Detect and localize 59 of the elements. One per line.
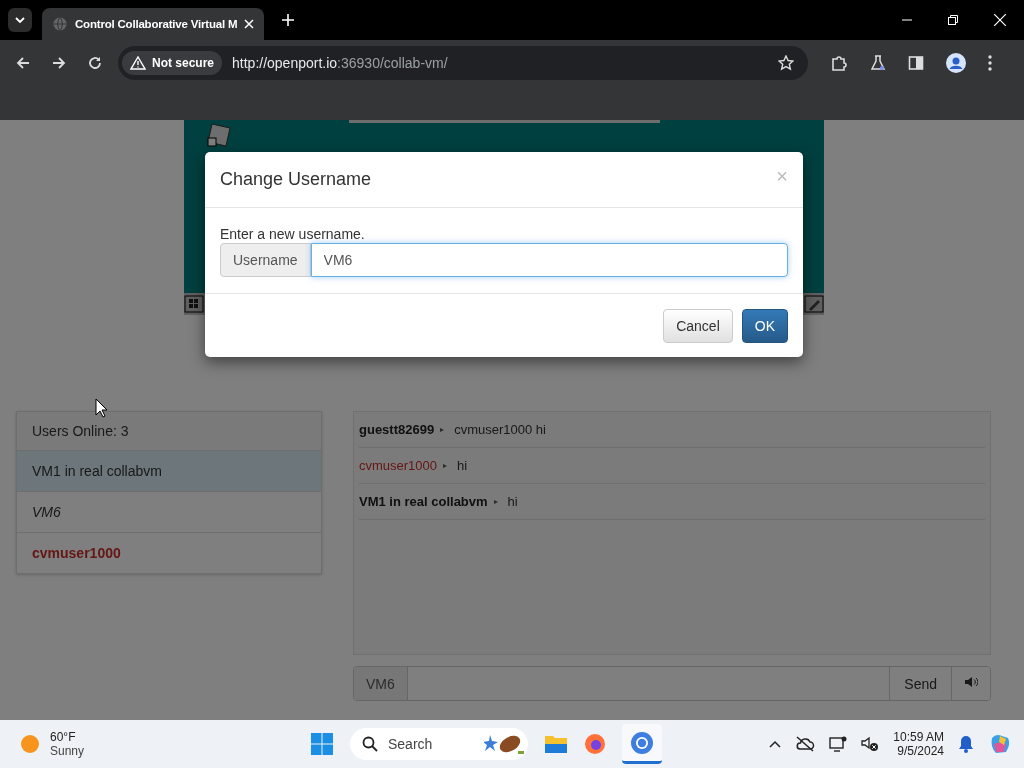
back-icon[interactable] (16, 55, 30, 70)
chat-message: hi (507, 494, 518, 509)
temperature-text: 60°F (50, 730, 77, 744)
globe-icon (52, 16, 68, 32)
dialog-button[interactable]: OK (741, 308, 788, 343)
monitor-icon[interactable] (829, 736, 848, 752)
cursor-icon (95, 398, 109, 418)
close-icon[interactable] (244, 19, 255, 29)
tab-search-button[interactable] (8, 8, 32, 32)
document-icon (204, 122, 234, 148)
warning-icon (130, 55, 146, 70)
url-text: http://openport.io:36930/collab-vm/ (232, 54, 448, 71)
user-list-item[interactable]: VM6 (17, 492, 321, 533)
taskbar-search[interactable]: Search (350, 728, 528, 760)
bullet-icon (440, 427, 445, 432)
windows-start-icon[interactable] (310, 732, 334, 756)
new-tab-icon[interactable] (282, 14, 295, 26)
browser-icon[interactable] (630, 730, 654, 755)
football-icon (484, 733, 524, 755)
chat-message: cvmuser1000 hi (454, 422, 546, 437)
chevron-up-icon[interactable] (769, 740, 782, 748)
chat-username: guestt82699 (359, 422, 435, 437)
dialog-title: Change Username (220, 169, 372, 190)
address-bar[interactable]: Not secure http://openport.io:36930/collab-vm/ (118, 45, 808, 80)
bullet-icon (493, 499, 498, 504)
clock-date[interactable]: 9/5/2024 (897, 744, 944, 758)
dialog-prompt: Enter a new username. (220, 226, 366, 242)
search-icon (362, 736, 378, 752)
username-field[interactable]: VM6 (310, 243, 788, 277)
side-panel-icon[interactable] (908, 54, 924, 71)
folder-icon[interactable] (544, 734, 568, 754)
restore-icon[interactable] (948, 15, 958, 25)
chevron-down-icon (15, 17, 25, 23)
weather-condition: Sunny (50, 744, 85, 758)
profile-avatar-icon[interactable] (946, 52, 966, 73)
chat-username: VM1 in real collabvm (359, 494, 488, 509)
chat-username: cvmuser1000 (359, 458, 438, 473)
bell-icon[interactable] (958, 735, 974, 753)
user-list-item[interactable]: VM1 in real collabvm (17, 451, 321, 492)
reload-icon[interactable] (88, 55, 102, 70)
pen-icon[interactable] (804, 295, 824, 313)
tab-title: Control Collaborative Virtual M (75, 18, 238, 30)
speaker-muted-icon[interactable] (861, 736, 880, 752)
dialog-button[interactable]: Cancel (663, 308, 733, 343)
close-icon[interactable] (994, 14, 1006, 26)
users-online-header: Users Online: 3 (17, 412, 321, 451)
star-icon[interactable] (778, 54, 794, 71)
bullet-icon (443, 463, 448, 468)
flask-icon[interactable] (870, 54, 886, 71)
start-icon[interactable] (184, 295, 204, 313)
cloud-off-icon[interactable] (795, 736, 816, 752)
field-label: Username (220, 243, 311, 277)
chat-message: hi (457, 458, 468, 473)
browser-tab[interactable]: Control Collaborative Virtual M (42, 8, 265, 40)
menu-icon[interactable] (988, 54, 992, 71)
puzzle-icon[interactable] (830, 53, 848, 72)
clock-time[interactable]: 10:59 AM (893, 730, 944, 744)
forward-icon[interactable] (52, 55, 66, 70)
security-chip[interactable]: Not secure (122, 50, 223, 75)
